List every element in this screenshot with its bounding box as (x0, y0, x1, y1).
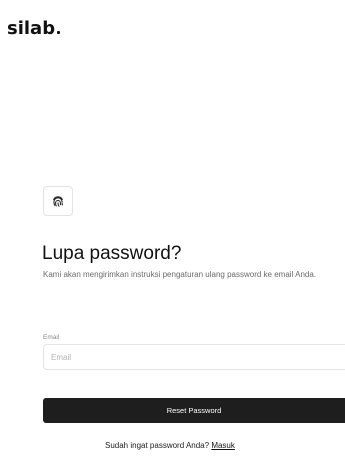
brand-logo[interactable]: silab (7, 18, 61, 40)
login-link[interactable]: Masuk (211, 441, 235, 450)
email-label: Email (43, 334, 60, 341)
brand-logo-dot (57, 31, 61, 34)
fingerprint-icon (53, 196, 63, 207)
email-field[interactable] (43, 344, 345, 370)
reset-password-button[interactable]: Reset Password (43, 398, 345, 423)
login-prompt: Sudah ingat password Anda? Masuk (105, 441, 235, 451)
fingerprint-icon-container (43, 186, 73, 216)
page-title: Lupa password? (42, 243, 182, 264)
brand-logo-text: silab (7, 18, 56, 39)
login-prompt-text: Sudah ingat password Anda? (105, 441, 210, 450)
page-subtitle: Kami akan mengirimkan instruksi pengatur… (43, 270, 317, 279)
